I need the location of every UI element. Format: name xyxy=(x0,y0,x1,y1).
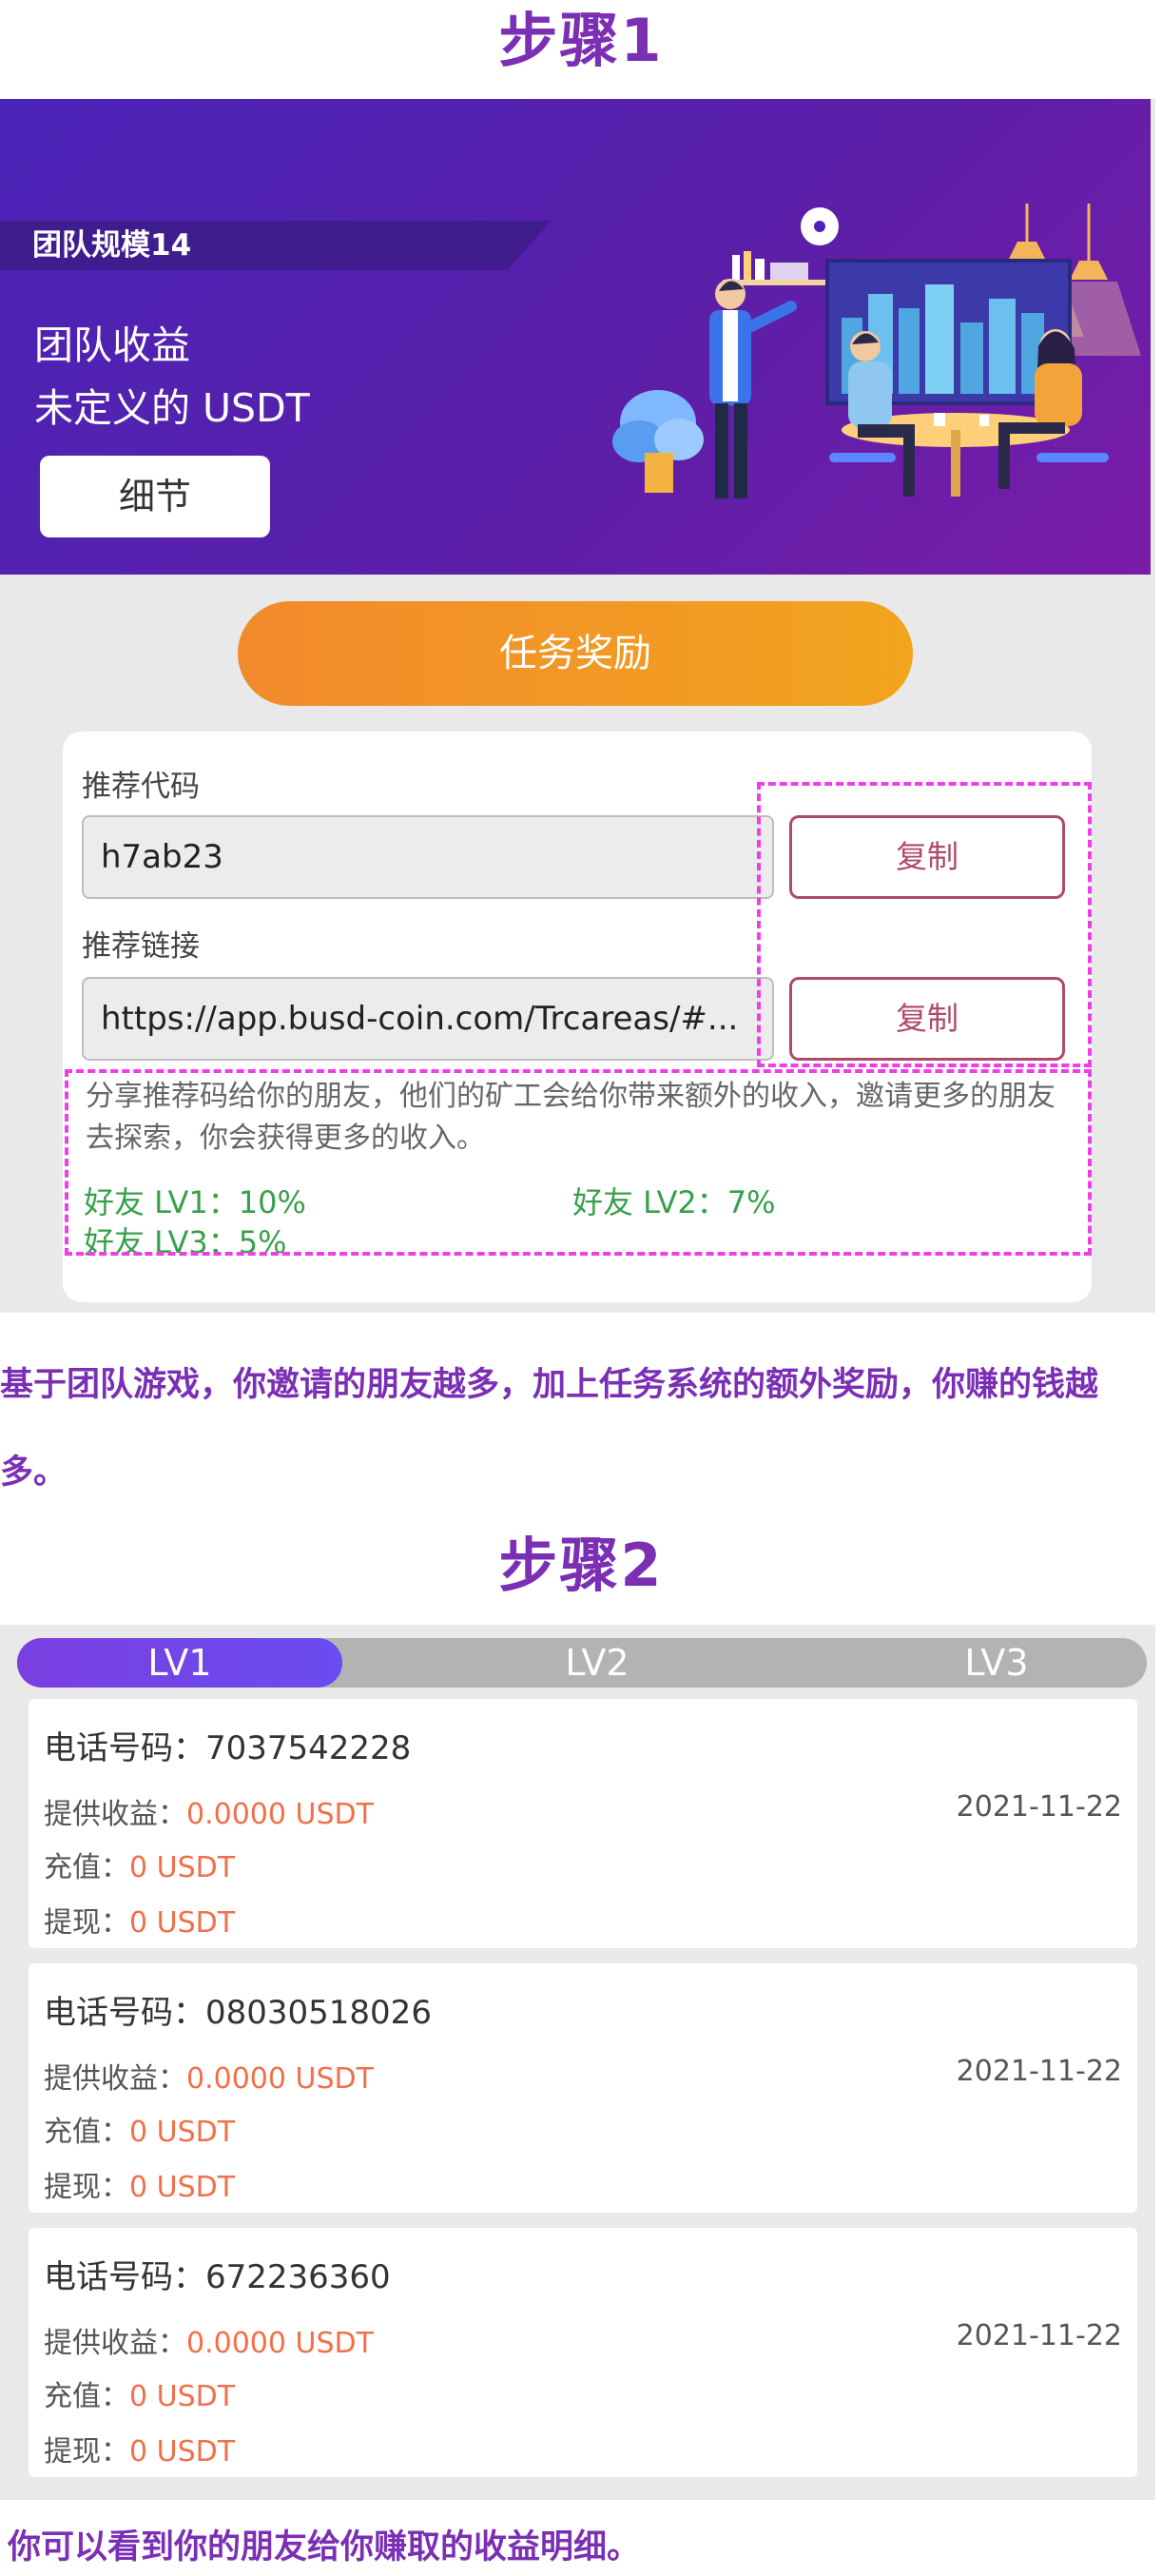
team-income-value: 未定义的 USDT xyxy=(34,385,310,431)
copy-buttons-highlight xyxy=(757,782,1092,1067)
recharge-value: 0 USDT xyxy=(129,1851,236,1884)
team-income-label: 团队收益 xyxy=(34,322,190,368)
income-line: 提供收益：0.0000 USDT xyxy=(44,2055,374,2097)
recharge-label: 充值： xyxy=(44,2116,129,2149)
level-tabs: LV1 LV2 LV3 xyxy=(17,1638,1147,1688)
recharge-value: 0 USDT xyxy=(129,2116,236,2149)
referral-code-field[interactable]: h7ab23 xyxy=(82,815,774,899)
task-reward-button[interactable]: 任务奖励 xyxy=(238,601,913,706)
phone-value: 672236360 xyxy=(205,2258,391,2296)
income-value: 0.0000 USDT xyxy=(186,1798,374,1831)
team-banner: 团队规模14 团队收益 未定义的 USDT 细节 xyxy=(0,99,1151,575)
phone-line: 电话号码：08030518026 xyxy=(44,1986,432,2033)
income-line: 提供收益：0.0000 USDT xyxy=(44,1790,374,1832)
recharge-value: 0 USDT xyxy=(129,2380,236,2413)
team-detail-screen: LV1 LV2 LV3 电话号码：7037542228 提供收益：0.0000 … xyxy=(0,1625,1155,2500)
detail-button[interactable]: 细节 xyxy=(40,456,270,537)
withdraw-label: 提现： xyxy=(44,2435,129,2469)
friend-record: 电话号码：7037542228 提供收益：0.0000 USDT 2021-11… xyxy=(29,1699,1137,1948)
withdraw-line: 提现：0 USDT xyxy=(44,2428,235,2469)
referral-screen: 团队规模14 团队收益 未定义的 USDT 细节 任务奖励 推荐代码 h7ab2… xyxy=(0,99,1155,1313)
reward-info-highlight xyxy=(65,1069,1092,1256)
referral-code-label: 推荐代码 xyxy=(82,770,200,804)
referral-card: 推荐代码 h7ab23 复制 推荐链接 https://app.busd-coi… xyxy=(63,732,1092,1302)
team-scale-ribbon: 团队规模14 xyxy=(0,221,552,270)
record-date: 2021-11-22 xyxy=(956,2319,1122,2352)
step2-title: 步骤2 xyxy=(498,1531,664,1600)
phone-value: 7037542228 xyxy=(205,1729,412,1767)
income-line: 提供收益：0.0000 USDT xyxy=(44,2319,374,2361)
withdraw-line: 提现：0 USDT xyxy=(44,2163,235,2205)
recharge-line: 充值：0 USDT xyxy=(44,2108,235,2150)
team-meeting-illustration xyxy=(612,204,1141,498)
step1-title: 步骤1 xyxy=(498,6,664,75)
tab-lv1[interactable]: LV1 xyxy=(17,1638,342,1688)
income-label: 提供收益： xyxy=(44,2062,186,2096)
friend-record: 电话号码：08030518026 提供收益：0.0000 USDT 2021-1… xyxy=(29,1963,1137,2213)
record-date: 2021-11-22 xyxy=(956,2055,1122,2088)
phone-label: 电话号码： xyxy=(44,1994,205,2032)
withdraw-value: 0 USDT xyxy=(129,2435,236,2469)
friend-record: 电话号码：672236360 提供收益：0.0000 USDT 2021-11-… xyxy=(29,2228,1137,2477)
income-value: 0.0000 USDT xyxy=(186,2062,374,2096)
phone-line: 电话号码：7037542228 xyxy=(44,1722,411,1768)
referral-link-field[interactable]: https://app.busd-coin.com/Trcareas/#... xyxy=(82,977,774,1061)
phone-value: 08030518026 xyxy=(205,1994,432,2032)
tab-lv3[interactable]: LV3 xyxy=(854,1638,1139,1688)
withdraw-label: 提现： xyxy=(44,1906,129,1940)
step2-caption: 你可以看到你的朋友给你赚取的收益明细。 xyxy=(8,2528,641,2566)
recharge-label: 充值： xyxy=(44,2380,129,2413)
withdraw-value: 0 USDT xyxy=(129,1906,236,1940)
phone-label: 电话号码： xyxy=(44,1729,205,1767)
recharge-line: 充值：0 USDT xyxy=(44,1844,235,1885)
step1-caption: 基于团队游戏，你邀请的朋友越多，加上任务系统的额外奖励，你赚的钱越多。 xyxy=(0,1366,1099,1492)
income-label: 提供收益： xyxy=(44,2327,186,2360)
income-label: 提供收益： xyxy=(44,1798,186,1831)
record-date: 2021-11-22 xyxy=(956,1790,1122,1824)
phone-line: 电话号码：672236360 xyxy=(44,2251,391,2297)
withdraw-label: 提现： xyxy=(44,2171,129,2204)
referral-link-label: 推荐链接 xyxy=(82,929,200,964)
team-scale-label: 团队规模14 xyxy=(32,228,192,263)
tab-lv2[interactable]: LV2 xyxy=(455,1638,740,1688)
withdraw-value: 0 USDT xyxy=(129,2171,236,2204)
recharge-line: 充值：0 USDT xyxy=(44,2372,235,2414)
recharge-label: 充值： xyxy=(44,1851,129,1884)
phone-label: 电话号码： xyxy=(44,2258,205,2296)
withdraw-line: 提现：0 USDT xyxy=(44,1899,235,1941)
income-value: 0.0000 USDT xyxy=(186,2327,374,2360)
